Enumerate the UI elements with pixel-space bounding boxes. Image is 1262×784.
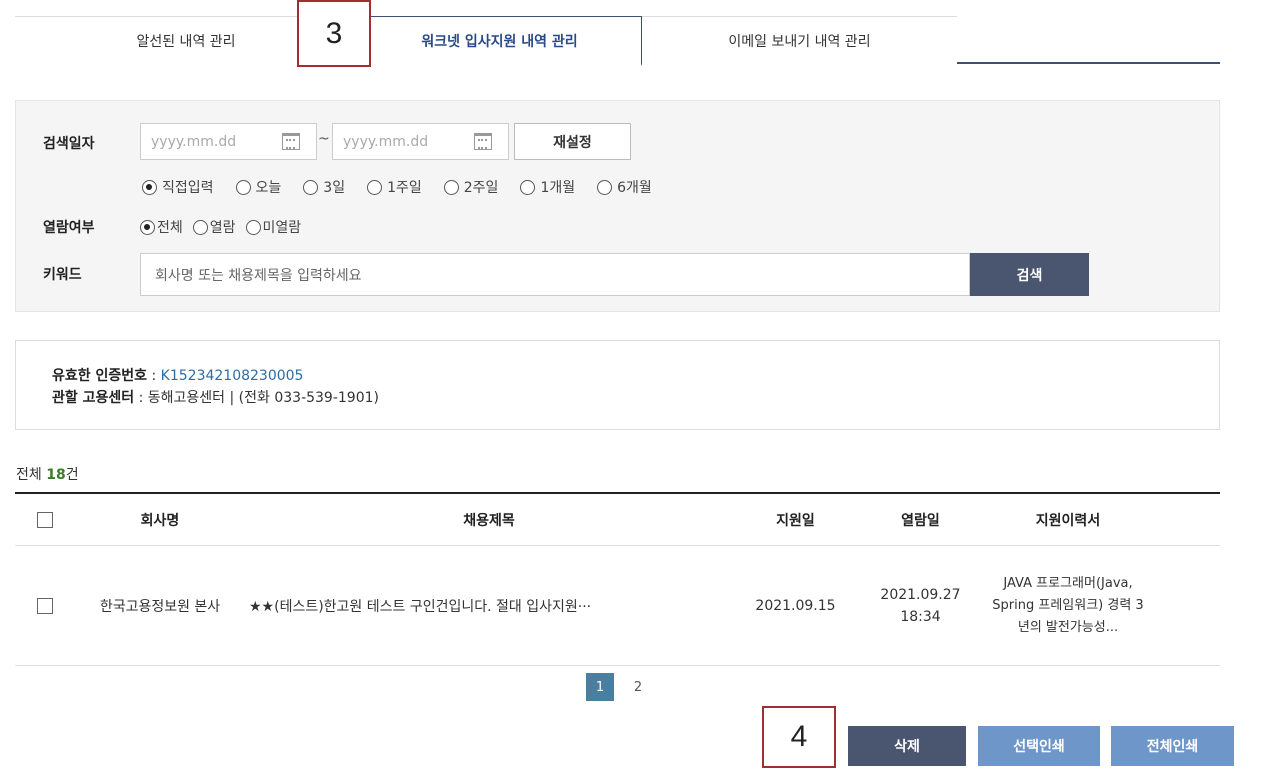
search-panel: 검색일자 yyyy.mm.dd ~ yyyy.mm.dd 재설정 직접입력 오늘… [15,100,1220,312]
period-option-1month[interactable]: 1개월 [520,177,575,197]
header-company: 회사명 [140,512,180,529]
keyword-input[interactable]: 회사명 또는 채용제목을 입력하세요 [140,253,970,296]
radio-checked-icon [140,219,155,235]
pagination: 1 2 [586,673,652,701]
end-date-input[interactable]: yyyy.mm.dd [332,123,509,160]
select-all-checkbox[interactable] [37,511,53,528]
print-all-button[interactable]: 전체인쇄 [1111,726,1234,766]
header-title: 채용제목 [463,512,515,529]
radio-icon [245,219,261,235]
page-1[interactable]: 1 [586,673,614,701]
reset-button[interactable]: 재설정 [514,123,631,160]
table-row: 한국고용정보원 본사 ★★(테스트)한고원 테스트 구인건입니다. 절대 입사지… [15,546,1220,666]
period-option-direct[interactable]: 직접입력 [142,177,214,197]
end-date-placeholder: yyyy.mm.dd [343,133,429,150]
row-resume-link[interactable]: JAVA 프로그래머(Java, Spring 프레임워크) 경력 3년의 발전… [983,573,1153,639]
period-option-2weeks[interactable]: 2주일 [443,177,498,197]
header-resume: 지원이력서 [1035,512,1101,529]
tab-bar: 알선된 내역 관리 워크넷 입사지원 내역 관리 이메일 보내기 내역 관리 [15,16,1220,66]
period-option-1week[interactable]: 1주일 [367,177,422,197]
tab-worknet-applications[interactable]: 워크넷 입사지원 내역 관리 [357,16,642,66]
radio-icon [520,179,536,195]
read-option-unread[interactable]: 미열람 [245,217,301,237]
radio-icon [443,179,459,195]
result-count: 전체 18건 [16,467,79,483]
delete-button[interactable]: 삭제 [848,726,966,766]
read-option-read[interactable]: 열람 [192,217,236,237]
radio-icon [367,179,383,195]
header-applied-date: 지원일 [776,512,815,529]
period-radio-group: 직접입력 오늘 3일 1주일 2주일 1개월 6개월 [142,177,652,197]
period-option-today[interactable]: 오늘 [235,177,281,197]
print-selected-button[interactable]: 선택인쇄 [978,726,1100,766]
start-date-placeholder: yyyy.mm.dd [151,133,237,150]
date-label: 검색일자 [43,136,95,152]
step-marker-4: 4 [762,706,836,768]
radio-icon [597,179,613,195]
table-header: 회사명 채용제목 지원일 열람일 지원이력서 [15,494,1220,546]
start-date-input[interactable]: yyyy.mm.dd [140,123,317,160]
cert-number: K152342108230005 [160,368,304,384]
step-marker-3: 3 [297,0,371,67]
radio-icon [303,179,319,195]
page-2[interactable]: 2 [624,673,652,701]
period-option-3days[interactable]: 3일 [303,177,345,197]
calendar-icon[interactable] [474,133,492,150]
tab-email-sent[interactable]: 이메일 보내기 내역 관리 [642,16,957,64]
row-checkbox[interactable] [37,597,53,614]
keyword-label: 키워드 [43,267,82,283]
date-range-separator: ~ [318,131,330,147]
radio-checked-icon [142,179,157,195]
certification-info: 유효한 인증번호 : K152342108230005 관할 고용센터 : 동해… [15,340,1220,430]
row-job-title-link[interactable]: ★★(테스트)한고원 테스트 구인건입니다. 절대 입사지원··· [245,596,733,616]
center-row: 관할 고용센터 : 동해고용센터 | (전화 033-539-1901) [52,390,379,406]
row-company[interactable]: 한국고용정보원 본사 [75,596,245,616]
calendar-icon[interactable] [282,133,300,150]
read-option-all[interactable]: 전체 [140,217,183,237]
row-viewed-date: 2021.09.27 18:34 [880,586,961,625]
search-button[interactable]: 검색 [970,253,1089,296]
radio-icon [192,219,208,235]
read-radio-group: 전체 열람 미열람 [140,217,301,237]
radio-icon [235,179,251,195]
applications-table: 회사명 채용제목 지원일 열람일 지원이력서 한국고용정보원 본사 ★★(테스트… [15,492,1220,666]
period-option-6months[interactable]: 6개월 [597,177,652,197]
row-applied-date: 2021.09.15 [755,597,836,614]
read-status-label: 열람여부 [43,220,95,236]
cert-row: 유효한 인증번호 : K152342108230005 [52,368,304,384]
header-viewed-date: 열람일 [901,512,940,529]
